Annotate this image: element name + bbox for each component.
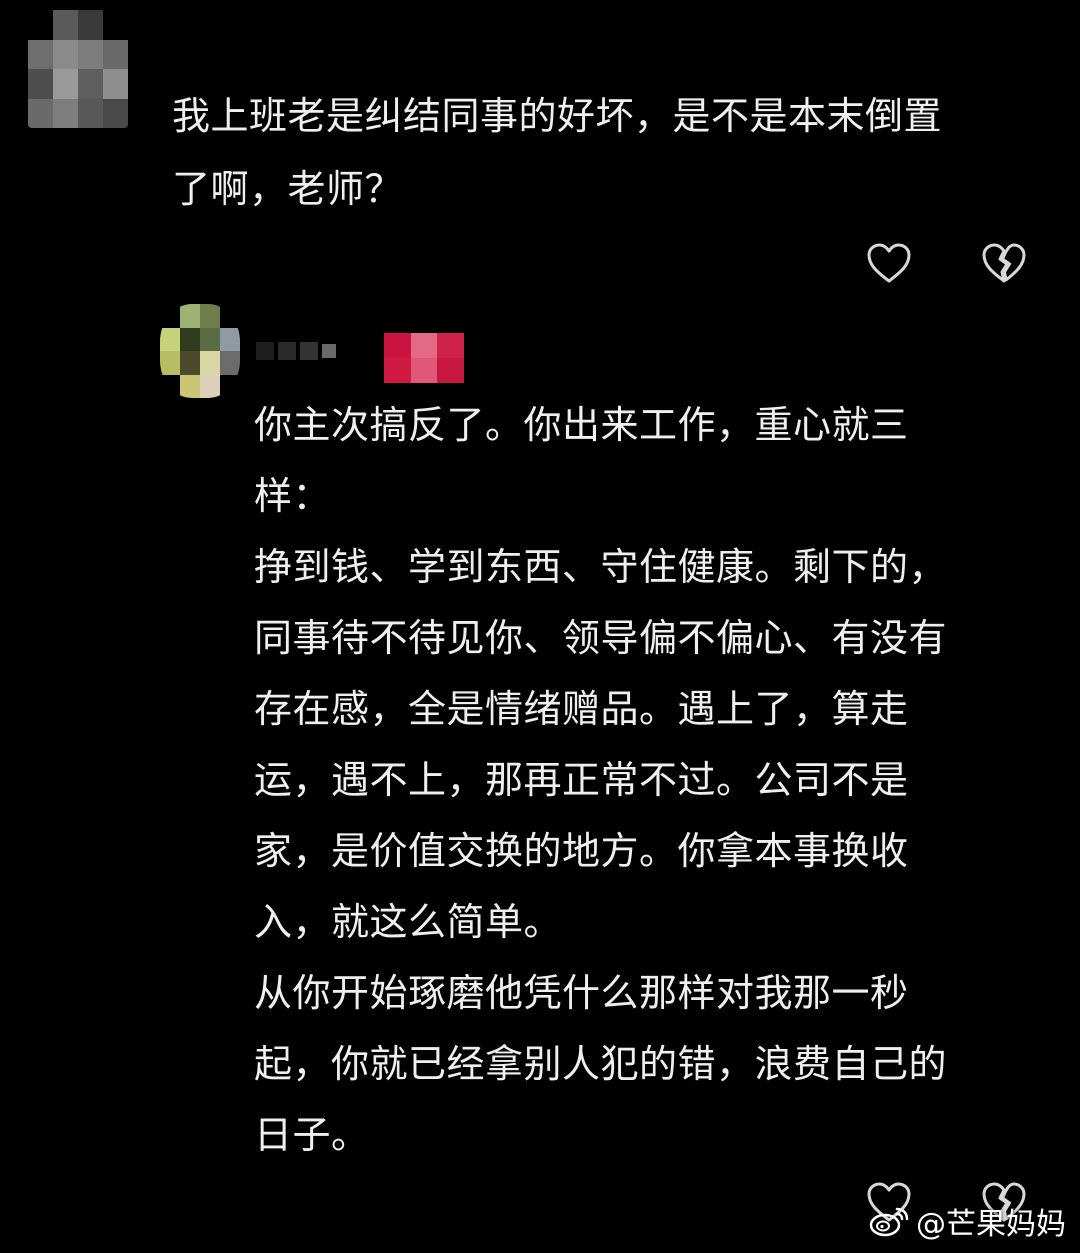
replier-avatar[interactable]	[160, 304, 240, 398]
replier-badge-blurred	[384, 333, 464, 383]
weibo-watermark: @芒果妈妈	[868, 1199, 1066, 1243]
replier-username-blurred[interactable]	[256, 342, 336, 360]
watermark-text: @芒果妈妈	[916, 1207, 1066, 1242]
heart-outline-icon[interactable]	[865, 241, 913, 285]
reply-text: 你主次搞反了。你出来工作，重心就三 样： 挣到钱、学到东西、守住健康。剩下的， …	[254, 403, 948, 1157]
weibo-logo-icon	[868, 1204, 910, 1238]
comment-text: 我上班老是纠结同事的好坏，是不是本末倒置 了啊，老师？	[172, 94, 943, 211]
commenter-avatar[interactable]	[28, 10, 128, 128]
broken-heart-icon[interactable]	[980, 241, 1028, 285]
